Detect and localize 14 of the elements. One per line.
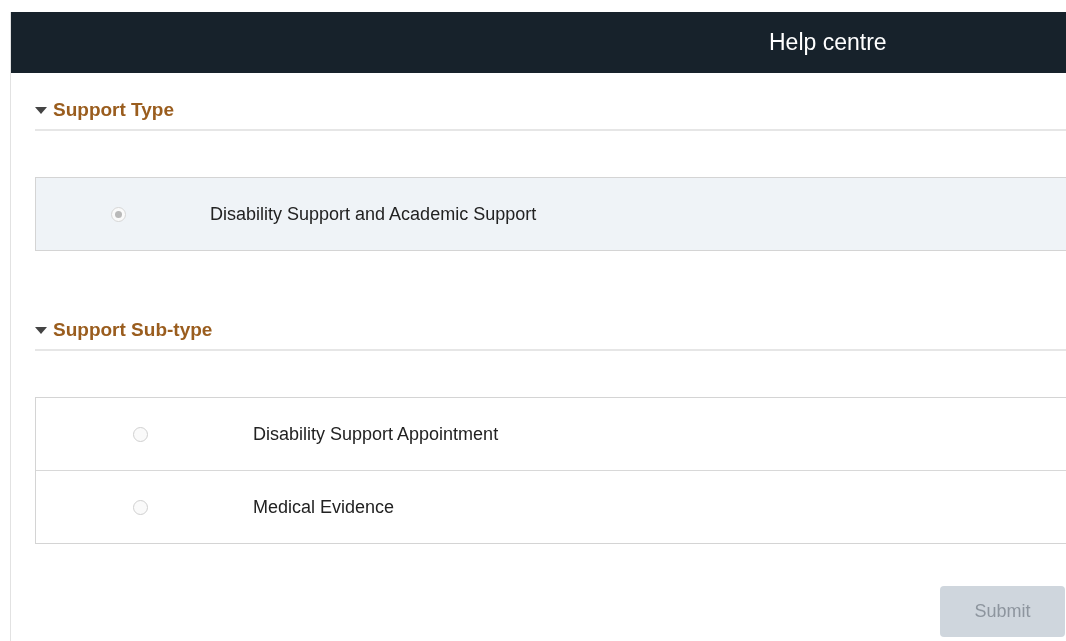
option-label: Medical Evidence <box>253 496 395 518</box>
radio-button[interactable] <box>133 426 148 442</box>
radio-button[interactable] <box>133 499 148 515</box>
option-row[interactable]: Medical Evidence <box>36 471 1066 543</box>
option-row[interactable]: Disability Support Appointment <box>36 398 1066 471</box>
section-title[interactable]: Support Sub-type <box>53 319 213 341</box>
option-label: Disability Support and Academic Support <box>210 203 537 225</box>
radio-button[interactable] <box>111 206 126 222</box>
caret-icon[interactable] <box>35 327 47 335</box>
caret-icon[interactable] <box>35 107 47 115</box>
section-title[interactable]: Support Type <box>53 99 175 121</box>
option-row[interactable]: Disability Support and Academic Support <box>36 178 1066 250</box>
header-title: Help centre <box>769 29 887 56</box>
option-label: Disability Support Appointment <box>253 423 499 445</box>
